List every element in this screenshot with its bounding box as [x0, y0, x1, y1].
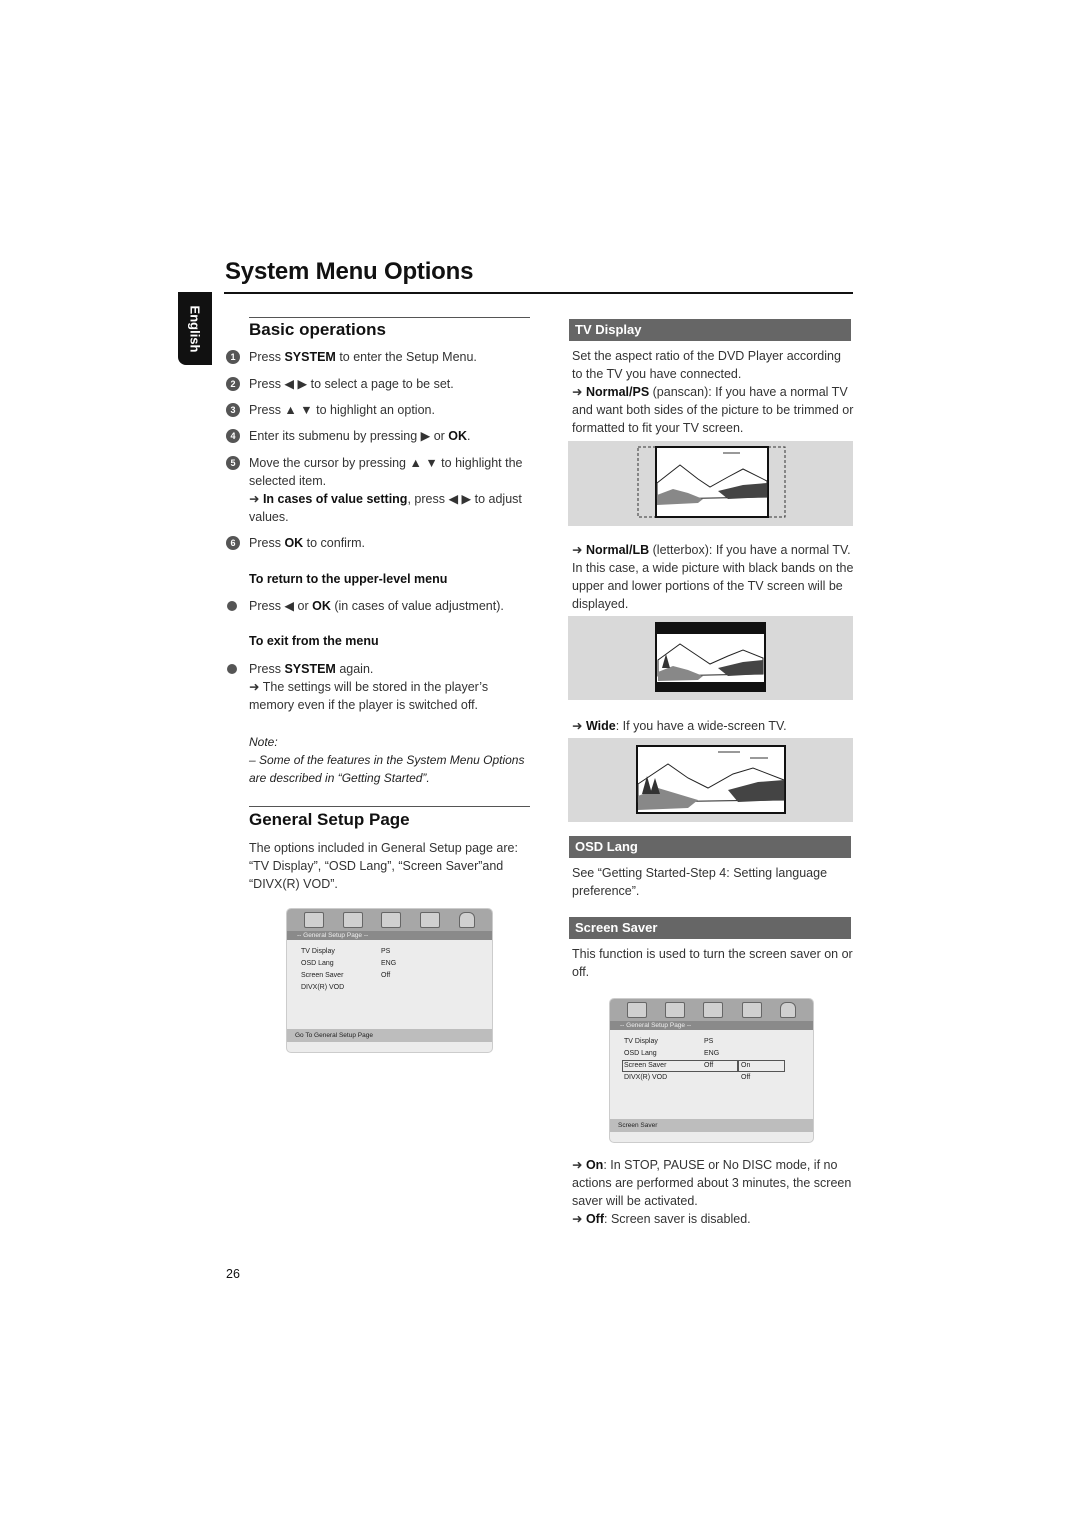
- step-number-1: 1: [226, 350, 240, 364]
- step-3: 3 Press ▲ ▼ to highlight an option.: [226, 401, 531, 419]
- step-number-3: 3: [226, 403, 240, 417]
- note-text: – Some of the features in the System Men…: [249, 753, 525, 785]
- screen-saver-heading: Screen Saver: [569, 917, 851, 939]
- note: Note: – Some of the features in the Syst…: [249, 733, 529, 787]
- exit-heading: To exit from the menu: [249, 634, 379, 648]
- step-1: 1 Press SYSTEM to enter the Setup Menu.: [226, 348, 531, 366]
- osd-screen-saver-menu: -- General Setup Page -- TV Display PS OS…: [610, 999, 813, 1142]
- page-number: 26: [226, 1267, 240, 1281]
- preference-icon: [420, 912, 441, 928]
- osd-page-label: -- General Setup Page --: [610, 1021, 813, 1030]
- tv-display-intro: Set the aspect ratio of the DVD Player a…: [572, 349, 854, 435]
- normal-lb-text: ➜ Normal/LB (letterbox): If you have a n…: [572, 543, 854, 611]
- widescreen-landscape-image: [636, 745, 786, 814]
- language-tab: English: [178, 292, 212, 365]
- osd-row: TV Display PS: [301, 948, 391, 955]
- basic-operations-heading: Basic operations: [249, 320, 386, 339]
- arrow-icon: ➜: [572, 719, 586, 733]
- panscan-landscape-image: [637, 446, 786, 518]
- wide-text: ➜ Wide: If you have a wide-screen TV.: [572, 719, 787, 733]
- letterbox-illustration: [568, 616, 853, 700]
- arrow-icon: ➜: [572, 385, 586, 399]
- section-rule: [249, 317, 530, 318]
- osd-row: DIVX(R) VOD Off: [624, 1074, 751, 1081]
- return-bullet: Press ◀ or OK (in cases of value adjustm…: [226, 597, 531, 615]
- osd-row-selected: Screen Saver Off On: [622, 1060, 813, 1072]
- note-label: Note:: [249, 735, 278, 749]
- osd-row: TV Display PS: [624, 1038, 714, 1045]
- osd-row: OSD Lang ENG: [301, 960, 397, 967]
- password-lock-icon: [779, 1002, 796, 1018]
- step-5: 5 Move the cursor by pressing ▲ ▼ to hig…: [226, 454, 531, 526]
- page-title: System Menu Options: [225, 258, 474, 285]
- bullet-icon: [227, 664, 237, 674]
- preference-icon: [741, 1002, 762, 1018]
- exit-bullet: Press SYSTEM again. ➜ The settings will …: [226, 660, 531, 714]
- section-rule: [249, 806, 530, 807]
- general-setup-heading: General Setup Page: [249, 810, 410, 829]
- arrow-icon: ➜: [249, 680, 263, 694]
- step-number-2: 2: [226, 377, 240, 391]
- audio-setup-icon: [342, 912, 363, 928]
- osd-footer: Go To General Setup Page: [287, 1029, 492, 1042]
- osd-page-label: -- General Setup Page --: [287, 931, 492, 940]
- general-setup-intro: The options included in General Setup pa…: [249, 841, 518, 891]
- osd-icon-bar: [610, 999, 813, 1021]
- bullet-icon: [227, 601, 237, 611]
- step-number-6: 6: [226, 536, 240, 550]
- screen-saver-text: This function is used to turn the screen…: [572, 947, 853, 979]
- osd-footer: Screen Saver: [610, 1119, 813, 1132]
- password-lock-icon: [458, 912, 475, 928]
- return-heading: To return to the upper-level menu: [249, 572, 448, 586]
- step-4: 4 Enter its submenu by pressing ▶ or OK.: [226, 427, 531, 445]
- language-tab-label: English: [187, 305, 203, 352]
- panscan-illustration: [568, 441, 853, 526]
- osd-row: DIVX(R) VOD: [301, 984, 345, 991]
- osd-row: Screen Saver Off: [301, 972, 391, 979]
- arrow-icon: ➜: [572, 1158, 586, 1172]
- general-setup-icon: [627, 1002, 648, 1018]
- step-6: 6 Press OK to confirm.: [226, 534, 531, 552]
- general-setup-icon: [304, 912, 325, 928]
- letterbox-landscape-image: [655, 622, 766, 692]
- audio-setup-icon: [665, 1002, 686, 1018]
- widescreen-illustration: [568, 738, 853, 822]
- osd-general-setup-menu: -- General Setup Page -- TV Display PS OS…: [287, 909, 492, 1052]
- osd-row: OSD Lang ENG: [624, 1050, 720, 1057]
- step-2: 2 Press ◀ ▶ to select a page to be set.: [226, 375, 531, 393]
- video-setup-icon: [381, 912, 402, 928]
- title-rule: [224, 292, 853, 294]
- arrow-icon: ➜: [572, 1212, 586, 1226]
- tv-display-heading: TV Display: [569, 319, 851, 341]
- osd-lang-text: See “Getting Started-Step 4: Setting lan…: [572, 866, 828, 898]
- screen-saver-options: ➜ On: In STOP, PAUSE or No DISC mode, if…: [572, 1158, 852, 1226]
- osd-icon-bar: [287, 909, 492, 931]
- arrow-icon: ➜: [572, 543, 586, 557]
- osd-lang-heading: OSD Lang: [569, 836, 851, 858]
- arrow-icon: ➜: [249, 492, 263, 506]
- step-number-4: 4: [226, 429, 240, 443]
- step-number-5: 5: [226, 456, 240, 470]
- video-setup-icon: [703, 1002, 724, 1018]
